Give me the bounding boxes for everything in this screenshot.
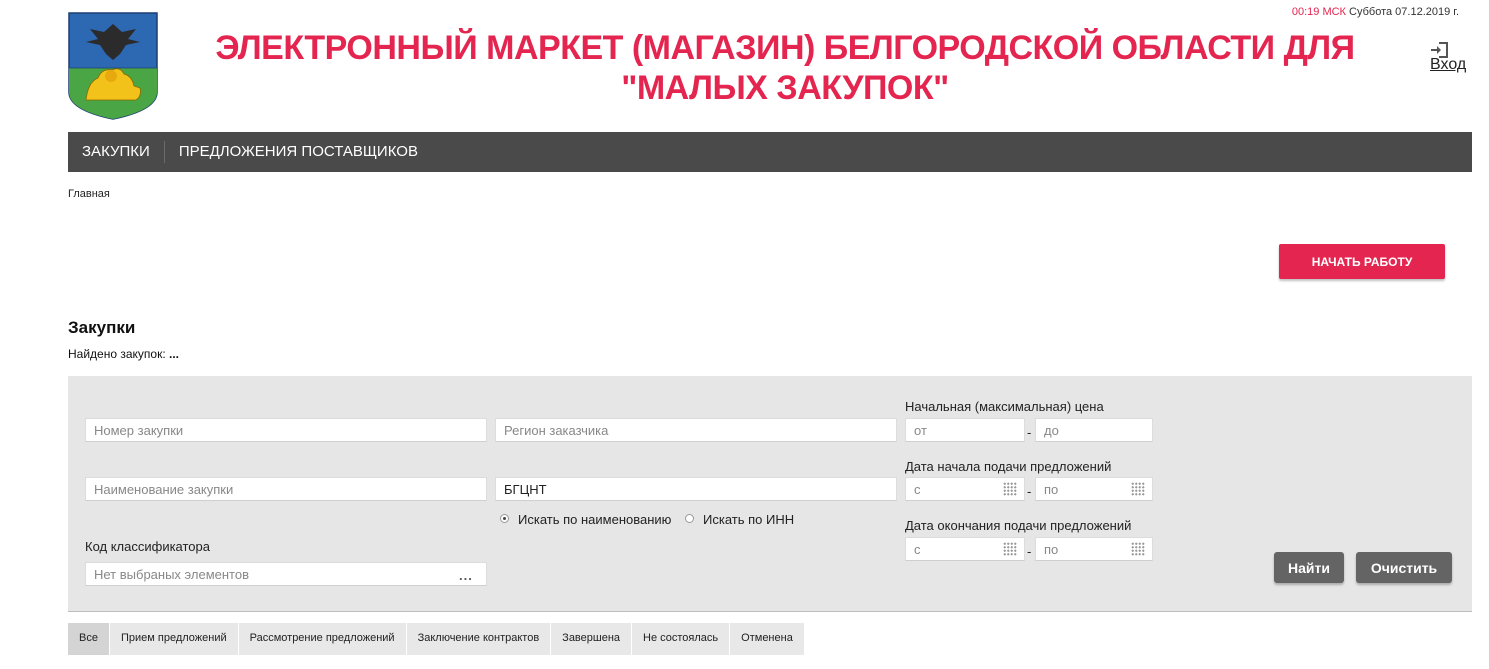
clock-time: 00:19 МСК <box>1291 6 1346 18</box>
classifier-label: Код классификатора <box>85 539 210 554</box>
found-label: Найдено закупок: <box>68 347 166 361</box>
status-tabs: Все Прием предложений Рассмотрение предл… <box>68 623 805 655</box>
tab-completed[interactable]: Завершена <box>551 623 633 655</box>
section-title: Закупки <box>68 318 136 337</box>
classifier-input[interactable] <box>85 562 487 586</box>
calendar-icon[interactable] <box>1003 482 1017 496</box>
login-link[interactable]: Вход <box>1430 42 1466 74</box>
tab-accepting-offers[interactable]: Прием предложений <box>109 623 239 655</box>
tab-reviewing-offers[interactable]: Рассмотрение предложений <box>238 623 407 655</box>
purchase-name-input[interactable] <box>85 477 487 501</box>
calendar-icon[interactable] <box>1003 542 1017 556</box>
price-label: Начальная (максимальная) цена <box>905 399 1104 414</box>
start-work-button[interactable]: НАЧАТЬ РАБОТУ <box>1279 244 1445 279</box>
tab-failed[interactable]: Не состоялась <box>632 623 731 655</box>
price-from-input[interactable] <box>905 418 1025 442</box>
customer-region-input[interactable] <box>495 418 897 442</box>
end-date-label: Дата окончания подачи предложений <box>905 518 1132 533</box>
calendar-icon[interactable] <box>1131 482 1145 496</box>
title-line-2: "МАЛЫХ ЗАКУПОК" <box>621 69 949 107</box>
filter-panel: Искать по наименованию Искать по ИНН Код… <box>68 376 1472 612</box>
tab-contracts[interactable]: Заключение контрактов <box>406 623 552 655</box>
radio-search-by-inn-label: Искать по ИНН <box>703 512 795 527</box>
found-value: ... <box>169 347 180 361</box>
radio-search-by-name-label: Искать по наименованию <box>518 512 672 527</box>
calendar-icon[interactable] <box>1131 542 1145 556</box>
start-date-dash: - <box>1027 484 1032 499</box>
tab-cancelled[interactable]: Отменена <box>730 623 805 655</box>
radio-search-by-inn[interactable] <box>685 514 694 523</box>
coat-of-arms-icon[interactable] <box>68 12 158 120</box>
nav-item-purchases[interactable]: ЗАКУПКИ <box>68 142 164 162</box>
customer-search-input[interactable] <box>495 477 897 501</box>
page-title: ЭЛЕКТРОННЫЙ МАРКЕТ (МАГАЗИН) БЕЛГОРОДСКО… <box>170 28 1400 108</box>
tab-all[interactable]: Все <box>68 623 110 655</box>
end-date-dash: - <box>1027 544 1032 559</box>
start-date-label: Дата начала подачи предложений <box>905 459 1112 474</box>
price-to-input[interactable] <box>1035 418 1153 442</box>
clock-date: Суббота 07.12.2019 г. <box>1349 6 1459 18</box>
breadcrumb[interactable]: Главная <box>68 188 110 200</box>
price-dash: - <box>1027 425 1032 440</box>
found-count: Найдено закупок: ... <box>68 347 179 361</box>
date-time: 00:19 МСК Суббота 07.12.2019 г. <box>1292 6 1459 18</box>
title-line-1: ЭЛЕКТРОННЫЙ МАРКЕТ (МАГАЗИН) БЕЛГОРОДСКО… <box>215 29 1355 67</box>
login-label: Вход <box>1430 56 1467 73</box>
purchase-number-input[interactable] <box>85 418 487 442</box>
find-button[interactable]: Найти <box>1274 552 1344 583</box>
radio-search-by-name[interactable] <box>500 514 509 523</box>
clear-button[interactable]: Очистить <box>1356 552 1452 583</box>
main-nav: ЗАКУПКИ ПРЕДЛОЖЕНИЯ ПОСТАВЩИКОВ <box>68 132 1472 172</box>
classifier-picker-button[interactable]: ... <box>459 568 473 583</box>
nav-item-supplier-offers[interactable]: ПРЕДЛОЖЕНИЯ ПОСТАВЩИКОВ <box>165 142 432 162</box>
